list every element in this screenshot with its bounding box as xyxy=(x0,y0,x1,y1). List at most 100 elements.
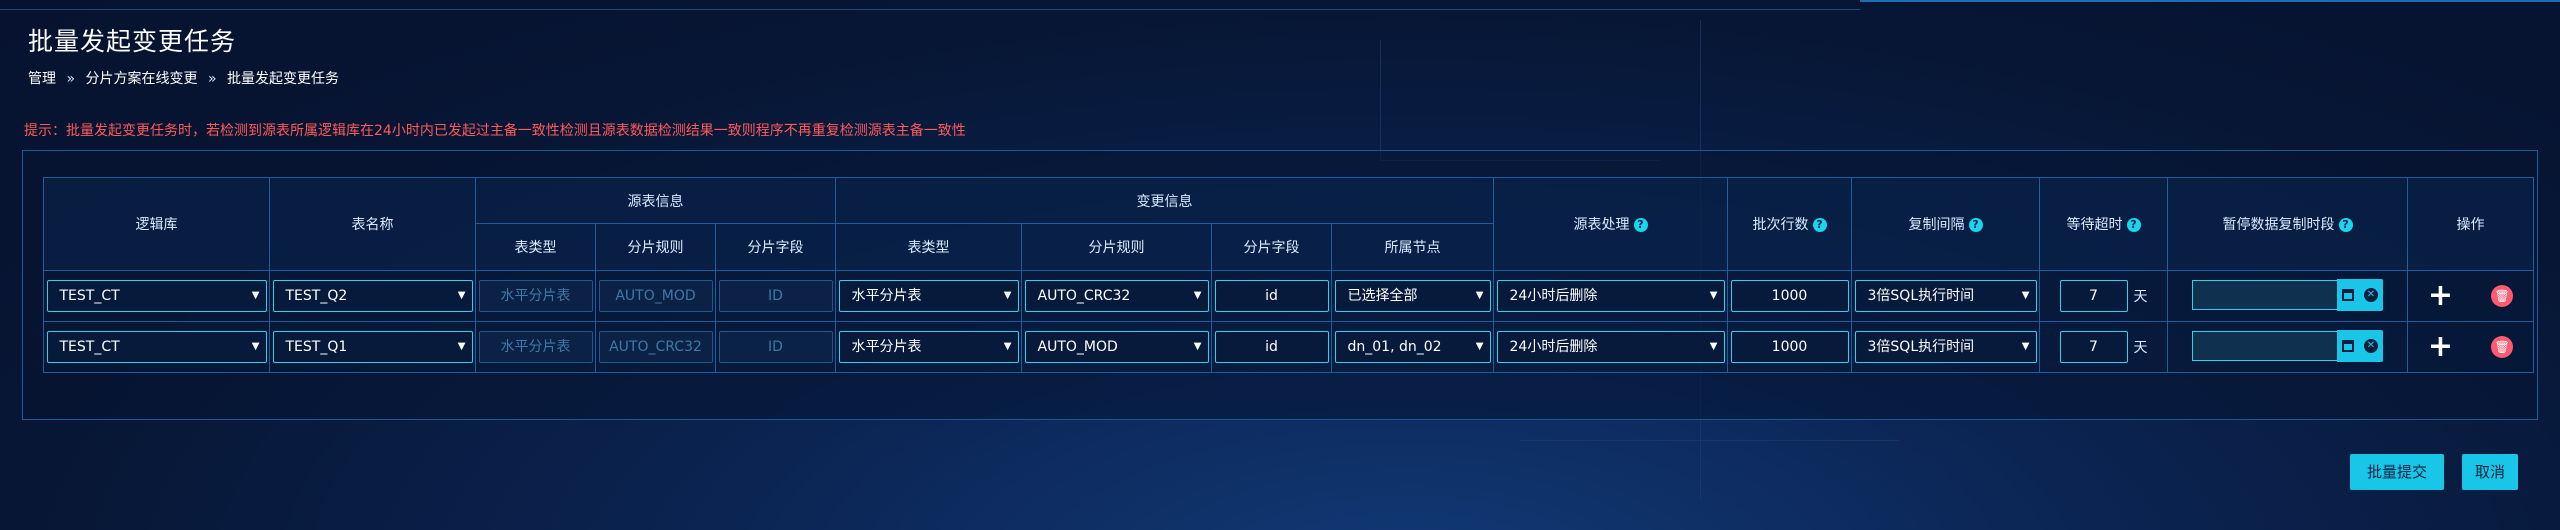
caret-down-icon: ▼ xyxy=(457,341,466,352)
plus-icon[interactable]: + xyxy=(2428,332,2453,362)
header-logic-db: 逻辑库 xyxy=(43,177,270,271)
header-src-shard-rule: 分片规则 xyxy=(595,223,716,271)
replication-interval-select[interactable]: 3倍SQL执行时间 ▼ xyxy=(1854,280,2037,312)
chg-shard-field-input[interactable]: id xyxy=(1214,280,1329,312)
chg-shard-rule-select[interactable]: AUTO_MOD ▼ xyxy=(1024,331,1209,363)
caret-down-icon: ▼ xyxy=(1003,290,1012,301)
help-icon[interactable]: ? xyxy=(1968,218,1983,232)
src-shard-rule-field: AUTO_CRC32 xyxy=(598,331,713,363)
header-chg-node: 所属节点 xyxy=(1331,223,1494,271)
calendar-icon[interactable] xyxy=(2342,288,2354,301)
header-replication-interval: 复制间隔? xyxy=(1851,177,2040,271)
task-panel: 逻辑库 表名称 源表信息 变更信息 源表处理? 批次行数? 复制间隔? 等待超时… xyxy=(22,150,2538,420)
header-source-handling: 源表处理? xyxy=(1493,177,1728,271)
src-shard-field-field: ID xyxy=(718,331,833,363)
breadcrumb-separator: » xyxy=(207,71,217,87)
header-change-info: 变更信息 xyxy=(835,177,1494,224)
breadcrumb-separator: » xyxy=(66,71,76,87)
help-icon[interactable]: ? xyxy=(1812,218,1827,232)
replication-interval-select[interactable]: 3倍SQL执行时间 ▼ xyxy=(1854,331,2037,363)
caret-down-icon: ▼ xyxy=(251,290,260,301)
caret-down-icon: ▼ xyxy=(457,290,466,301)
change-task-table: 逻辑库 表名称 源表信息 变更信息 源表处理? 批次行数? 复制间隔? 等待超时… xyxy=(43,177,2534,373)
help-icon[interactable]: ? xyxy=(2126,218,2141,232)
logic-db-select[interactable]: TEST_CT ▼ xyxy=(46,280,267,312)
src-shard-rule-field: AUTO_MOD xyxy=(598,280,713,312)
caret-down-icon: ▼ xyxy=(1709,341,1718,352)
src-shard-field-field: ID xyxy=(718,280,833,312)
picker-buttons: ✕ xyxy=(2337,329,2383,362)
chg-table-type-select[interactable]: 水平分片表 ▼ xyxy=(838,280,1019,312)
src-table-type-field: 水平分片表 xyxy=(478,331,593,363)
wait-timeout-input[interactable]: 7 xyxy=(2059,280,2128,312)
pause-window-picker[interactable]: ✕ xyxy=(2192,329,2383,362)
background-circuit xyxy=(1520,440,1900,441)
header-source-info: 源表信息 xyxy=(475,177,836,224)
page-title: 批量发起变更任务 xyxy=(28,27,237,56)
pause-window-picker[interactable]: ✕ xyxy=(2192,278,2383,311)
table-name-select[interactable]: TEST_Q1 ▼ xyxy=(272,331,473,363)
breadcrumb-item-shard-change[interactable]: 分片方案在线变更 xyxy=(85,71,197,87)
plus-icon[interactable]: + xyxy=(2428,281,2453,311)
logic-db-select[interactable]: TEST_CT ▼ xyxy=(46,331,267,363)
caret-down-icon: ▼ xyxy=(1475,290,1484,301)
top-decoration xyxy=(1860,0,2560,12)
caret-down-icon: ▼ xyxy=(1709,290,1718,301)
caret-down-icon: ▼ xyxy=(1003,341,1012,352)
cancel-button[interactable]: 取消 xyxy=(2462,454,2518,490)
trash-icon[interactable]: 🗑 xyxy=(2491,336,2514,358)
row-operations: + 🗑 xyxy=(2408,332,2533,362)
wait-timeout-unit: 天 xyxy=(2133,340,2148,356)
wait-timeout-unit: 天 xyxy=(2133,289,2148,305)
clear-circle-icon[interactable]: ✕ xyxy=(2364,287,2378,302)
calendar-icon[interactable] xyxy=(2342,339,2354,352)
table-row: TEST_CT ▼ TEST_Q1 ▼ 水平分片表 AUTO_CRC32 ID 水平… xyxy=(43,321,2534,373)
chg-shard-field-input[interactable]: id xyxy=(1214,331,1329,363)
batch-submit-button[interactable]: 批量提交 xyxy=(2350,454,2444,490)
notice-text: 提示：批量发起变更任务时，若检测到源表所属逻辑库在24小时内已发起过主备一致性检… xyxy=(24,123,966,139)
pause-window-input[interactable] xyxy=(2192,330,2337,361)
header-chg-shard-field: 分片字段 xyxy=(1211,223,1332,271)
wait-timeout-group: 7天 xyxy=(2059,280,2148,312)
table-row: TEST_CT ▼ TEST_Q2 ▼ 水平分片表 AUTO_MOD ID 水平分片… xyxy=(43,270,2534,322)
caret-down-icon: ▼ xyxy=(2021,341,2030,352)
breadcrumb: 管理 » 分片方案在线变更 » 批量发起变更任务 xyxy=(28,68,345,88)
batch-rows-input[interactable]: 1000 xyxy=(1730,280,1849,312)
src-table-type-field: 水平分片表 xyxy=(478,280,593,312)
breadcrumb-item-current: 批量发起变更任务 xyxy=(226,71,339,87)
header-chg-shard-rule: 分片规则 xyxy=(1021,223,1212,271)
wait-timeout-group: 7天 xyxy=(2059,331,2148,363)
row-operations: + 🗑 xyxy=(2408,281,2533,311)
caret-down-icon: ▼ xyxy=(251,341,260,352)
header-chg-table-type: 表类型 xyxy=(835,223,1022,271)
background-circuit xyxy=(1380,40,1381,160)
chg-node-select[interactable]: 已选择全部 ▼ xyxy=(1334,280,1491,312)
batch-rows-input[interactable]: 1000 xyxy=(1730,331,1849,363)
picker-buttons: ✕ xyxy=(2337,278,2383,311)
source-handling-select[interactable]: 24小时后删除 ▼ xyxy=(1496,280,1725,312)
chg-table-type-select[interactable]: 水平分片表 ▼ xyxy=(838,331,1019,363)
table-name-select[interactable]: TEST_Q2 ▼ xyxy=(272,280,473,312)
header-pause-window: 暂停数据复制时段? xyxy=(2167,177,2408,271)
header-src-table-type: 表类型 xyxy=(475,223,596,271)
pause-window-input[interactable] xyxy=(2192,279,2337,310)
chg-node-select[interactable]: dn_01, dn_02 ▼ xyxy=(1334,331,1491,363)
wait-timeout-input[interactable]: 7 xyxy=(2059,331,2128,363)
trash-icon[interactable]: 🗑 xyxy=(2491,285,2514,307)
caret-down-icon: ▼ xyxy=(1193,290,1202,301)
header-src-shard-field: 分片字段 xyxy=(715,223,836,271)
header-operations: 操作 xyxy=(2407,177,2534,271)
header-table-name: 表名称 xyxy=(269,177,476,271)
top-divider xyxy=(0,9,1860,10)
help-icon[interactable]: ? xyxy=(2338,218,2353,232)
help-icon[interactable]: ? xyxy=(1633,218,1648,232)
header-wait-timeout: 等待超时? xyxy=(2039,177,2168,271)
caret-down-icon: ▼ xyxy=(2021,290,2030,301)
caret-down-icon: ▼ xyxy=(1193,341,1202,352)
source-handling-select[interactable]: 24小时后删除 ▼ xyxy=(1496,331,1725,363)
header-batch-rows: 批次行数? xyxy=(1727,177,1852,271)
chg-shard-rule-select[interactable]: AUTO_CRC32 ▼ xyxy=(1024,280,1209,312)
clear-circle-icon[interactable]: ✕ xyxy=(2364,338,2378,353)
caret-down-icon: ▼ xyxy=(1475,341,1484,352)
breadcrumb-item-manage[interactable]: 管理 xyxy=(28,71,56,87)
